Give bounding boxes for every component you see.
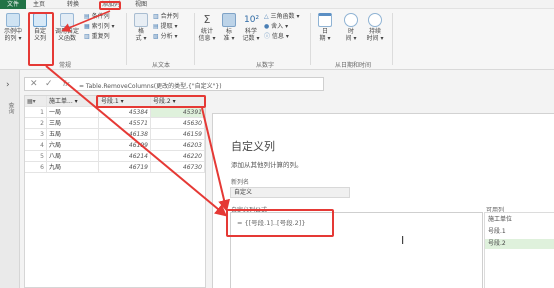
table-cell[interactable]: 一局 (47, 107, 99, 118)
table-cell[interactable]: 六局 (47, 140, 99, 151)
format-icon (134, 13, 148, 27)
function-icon (60, 13, 74, 27)
cancel-icon[interactable]: ✕ (30, 79, 38, 89)
highlight-box-custom-column (28, 12, 54, 66)
extract-button[interactable]: ▤ 提取 ▾ (153, 23, 178, 31)
queries-pane[interactable]: › 查询 (0, 70, 20, 288)
stopwatch-icon (368, 13, 382, 27)
clock-icon (344, 13, 358, 27)
row-number: 6 (25, 162, 47, 173)
group-label-datetime: 从日期和时间 (334, 62, 371, 69)
merge-columns-button[interactable]: ▥ 合并列 (153, 13, 179, 21)
column-from-examples-button[interactable]: 示例中 的列 ▾ (2, 13, 24, 42)
dialog-title: 自定义列 (231, 140, 275, 153)
data-grid: ▦▾ 施工单... ▾ 号段.1 ▾ 号段.2 ▾ 1 一局 45384 453… (24, 95, 206, 288)
standard-button[interactable]: 标 准 ▾ (218, 13, 240, 42)
formula-bar: ✕ ✓ fx = Table.RemoveColumns(更改的类型,{"自定义… (24, 77, 324, 91)
available-column-item[interactable]: 号段.2 (485, 239, 554, 249)
table-cell[interactable]: 46159 (151, 129, 205, 140)
available-column-item[interactable]: 号段.1 (485, 227, 554, 237)
available-columns-list: 施工单位 号段.1 号段.2 (484, 212, 554, 288)
duration-button[interactable]: 持续 时间 ▾ (364, 13, 386, 42)
table-cell[interactable]: 45384 (99, 107, 151, 118)
table-cell[interactable]: 46220 (151, 151, 205, 162)
highlight-box-column-headers (96, 95, 206, 108)
calculator-icon (222, 13, 236, 27)
row-number: 4 (25, 140, 47, 151)
table-cell[interactable]: 46214 (99, 151, 151, 162)
format-button[interactable]: 格 式 ▾ (130, 13, 152, 42)
table-cell[interactable]: 八局 (47, 151, 99, 162)
group-label-number: 从数字 (255, 62, 274, 69)
group-label-text: 从文本 (151, 62, 170, 69)
menu-transform[interactable]: 转换 (64, 0, 82, 9)
calendar-icon (318, 13, 332, 27)
custom-column-dialog: 自定义列 添加从其他列计算的列。 新列名 自定义 自定义列公式 = {[号段.1… (212, 113, 554, 288)
highlight-box-formula (226, 209, 334, 237)
date-button[interactable]: 日 期 ▾ (314, 13, 336, 42)
column-header[interactable]: 施工单... ▾ (47, 96, 99, 107)
table-cell[interactable]: 五局 (47, 129, 99, 140)
separator (126, 13, 127, 65)
exponent-icon: 10² (244, 15, 260, 25)
available-column-item[interactable]: 施工单位 (485, 215, 554, 225)
table-cell[interactable]: 三局 (47, 118, 99, 129)
grid-corner[interactable]: ▦▾ (25, 96, 47, 107)
table-cell[interactable]: 九局 (47, 162, 99, 173)
statistics-button[interactable]: Σ 统计 信息 ▾ (196, 13, 218, 42)
conditional-icon: ▤ (84, 13, 92, 20)
formula-text[interactable]: = Table.RemoveColumns(更改的类型,{"自定义"}) (79, 81, 222, 90)
duplicate-column-button[interactable]: ▥ 重复列 (84, 33, 110, 41)
extract-icon: ▤ (153, 23, 161, 30)
info-icon: ⓘ (264, 33, 272, 40)
row-number: 5 (25, 151, 47, 162)
table-cell[interactable]: 46730 (151, 162, 205, 173)
menu-file[interactable]: 文件 (0, 0, 26, 9)
table-cell[interactable]: 45571 (99, 118, 151, 129)
trigonometry-button[interactable]: △ 三角函数 ▾ (264, 13, 299, 21)
table-cell[interactable]: 46203 (151, 140, 205, 151)
scientific-button[interactable]: 10² 科学 记数 ▾ (240, 13, 262, 42)
table-cell[interactable]: 46719 (99, 162, 151, 173)
confirm-icon[interactable]: ✓ (45, 79, 53, 89)
separator (392, 13, 393, 65)
duplicate-icon: ▥ (84, 33, 92, 40)
new-column-name-input[interactable]: 自定义 (230, 187, 350, 198)
time-button[interactable]: 时 间 ▾ (340, 13, 362, 42)
row-number: 1 (25, 107, 47, 118)
menu-home[interactable]: 主页 (30, 0, 48, 9)
menu-bar: 文件 主页 转换 添加列 视图 (0, 0, 554, 9)
conditional-column-button[interactable]: ▤ 条件列 (84, 13, 110, 21)
sigma-icon: Σ (203, 13, 211, 26)
new-column-name-label: 新列名 (231, 179, 250, 186)
row-number: 2 (25, 118, 47, 129)
merge-icon: ▥ (153, 13, 161, 20)
table-cell[interactable]: 45391 (151, 107, 205, 118)
expand-arrow-icon[interactable]: › (6, 80, 10, 90)
queries-label: 查询 (7, 102, 14, 114)
highlight-box-add-column-tab (99, 1, 121, 10)
text-cursor-icon: I (401, 234, 405, 247)
dialog-subtitle: 添加从其他列计算的列。 (231, 161, 303, 169)
table-cell[interactable]: 46199 (99, 140, 151, 151)
table-cell[interactable]: 46138 (99, 129, 151, 140)
fx-icon: fx (63, 80, 70, 88)
table-icon (6, 13, 20, 27)
index-icon: ▦ (84, 23, 92, 30)
table-icon: ▦▾ (27, 98, 36, 105)
information-button[interactable]: ⓘ 信息 ▾ (264, 33, 289, 41)
index-column-button[interactable]: ▦ 索引列 ▾ (84, 23, 115, 31)
menu-view[interactable]: 视图 (132, 0, 150, 9)
parse-icon: ▧ (153, 33, 161, 40)
table-cell[interactable]: 45630 (151, 118, 205, 129)
separator (310, 13, 311, 65)
row-number: 3 (25, 129, 47, 140)
rounding-button[interactable]: ● 舍入 ▾ (264, 23, 288, 31)
ribbon: 示例中 的列 ▾ 自定 义列 调用自定 义函数 ▤ 条件列 ▦ 索引列 ▾ ▥ … (0, 9, 554, 70)
invoke-custom-function-button[interactable]: 调用自定 义函数 (54, 13, 80, 42)
parse-button[interactable]: ▧ 分析 ▾ (153, 33, 178, 41)
separator (194, 13, 195, 65)
